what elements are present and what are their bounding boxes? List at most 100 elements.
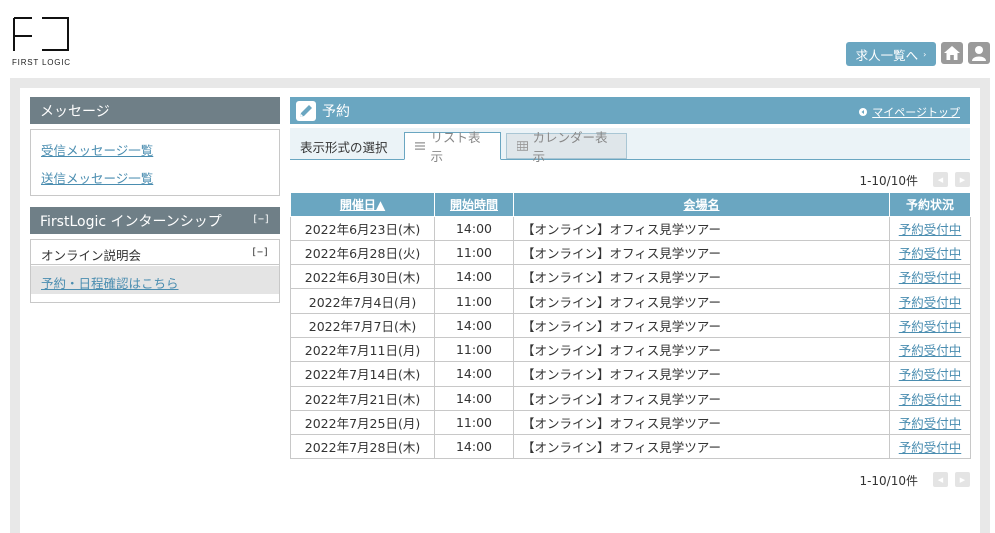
home-button[interactable]: [941, 42, 963, 64]
internship-header[interactable]: FirstLogic インターンシップ [−]: [30, 207, 280, 234]
session-title: オンライン説明会: [41, 248, 142, 263]
col-date-header[interactable]: 開催日▲: [290, 193, 435, 217]
status-cell: 予約受付中: [889, 264, 971, 290]
view-label: 表示形式の選択: [300, 140, 388, 155]
time-cell: 11:00: [434, 336, 514, 363]
date-cell: 2022年6月23日(木): [290, 215, 435, 241]
internship-box: オンライン説明会 [−] 予約・日程確認はこちら: [30, 239, 280, 303]
result-count: 1-10/10件: [859, 174, 918, 188]
next-page-button-bottom[interactable]: ▶: [955, 472, 970, 487]
reserve-link[interactable]: 予約受付中: [899, 343, 962, 358]
col-status-header: 予約状況: [889, 193, 971, 217]
table-row: 2022年7月4日(月) 11:00 【オンライン】オフィス見学ツアー 予約受付…: [290, 288, 971, 314]
session-row[interactable]: オンライン説明会 [−]: [31, 240, 279, 265]
table-row: 2022年7月11日(月) 11:00 【オンライン】オフィス見学ツアー 予約受…: [290, 336, 971, 363]
calendar-icon: [517, 141, 528, 151]
venue-cell: 【オンライン】オフィス見学ツアー: [513, 312, 890, 338]
table-header-row: 開催日▲ 開始時間 会場名 予約状況: [290, 193, 971, 217]
session-collapse-toggle[interactable]: [−]: [251, 247, 269, 258]
date-cell: 2022年7月21日(木): [290, 385, 435, 411]
view-selector: 表示形式の選択 リスト表示 カレンダー表示: [290, 128, 970, 164]
status-cell: 予約受付中: [889, 385, 971, 411]
status-cell: 予約受付中: [889, 336, 971, 363]
reserve-link[interactable]: 予約受付中: [899, 367, 962, 382]
internship-title: FirstLogic インターンシップ: [40, 213, 222, 230]
sort-venue-link[interactable]: 会場名: [683, 198, 719, 212]
tab-list-view[interactable]: リスト表示: [404, 130, 501, 164]
venue-cell: 【オンライン】オフィス見学ツアー: [513, 385, 890, 411]
table-row: 2022年6月30日(木) 14:00 【オンライン】オフィス見学ツアー 予約受…: [290, 264, 971, 290]
time-cell: 11:00: [434, 288, 514, 314]
messages-box: 受信メッセージ一覧 送信メッセージ一覧: [30, 129, 280, 196]
pager-bottom: 1-10/10件 ◀ ▶: [800, 471, 970, 488]
reserve-link[interactable]: 予約受付中: [899, 440, 962, 455]
internship-collapse-toggle[interactable]: [−]: [252, 214, 270, 225]
status-cell: 予約受付中: [889, 409, 971, 436]
list-icon: [415, 142, 426, 150]
pager-top: 1-10/10件 ◀ ▶: [800, 171, 970, 188]
table-row: 2022年7月25日(月) 11:00 【オンライン】オフィス見学ツアー 予約受…: [290, 409, 971, 436]
reservation-link[interactable]: 予約・日程確認はこちら: [41, 273, 179, 292]
time-cell: 11:00: [434, 239, 514, 266]
reserve-link[interactable]: 予約受付中: [899, 319, 962, 334]
result-count-bottom: 1-10/10件: [859, 474, 918, 488]
time-cell: 14:00: [434, 361, 514, 387]
time-cell: 14:00: [434, 385, 514, 411]
reserve-link[interactable]: 予約受付中: [899, 392, 962, 407]
table-row: 2022年7月28日(木) 14:00 【オンライン】オフィス見学ツアー 予約受…: [290, 434, 971, 460]
date-cell: 2022年7月28日(木): [290, 434, 435, 460]
reserve-link[interactable]: 予約受付中: [899, 295, 962, 310]
sent-link[interactable]: 送信メッセージ一覧: [41, 168, 153, 187]
time-cell: 14:00: [434, 264, 514, 290]
reservation-link-row: 予約・日程確認はこちら: [31, 266, 279, 294]
status-cell: 予約受付中: [889, 361, 971, 387]
status-header-label: 予約状況: [905, 197, 954, 212]
venue-cell: 【オンライン】オフィス見学ツアー: [513, 336, 890, 363]
date-cell: 2022年7月11日(月): [290, 336, 435, 363]
status-cell: 予約受付中: [889, 288, 971, 314]
table-row: 2022年6月23日(木) 14:00 【オンライン】オフィス見学ツアー 予約受…: [290, 215, 971, 241]
tab-calendar-view[interactable]: カレンダー表示: [506, 130, 627, 164]
col-venue-header[interactable]: 会場名: [513, 193, 890, 217]
time-cell: 14:00: [434, 312, 514, 338]
reservation-header: 予約 マイページトップ: [290, 97, 970, 124]
company-logo[interactable]: FIRST LOGIC: [12, 16, 72, 68]
tab-calendar-label: カレンダー表示: [532, 130, 608, 164]
inbox-link[interactable]: 受信メッセージ一覧: [41, 140, 153, 159]
date-cell: 2022年7月14日(木): [290, 361, 435, 387]
sort-time-link[interactable]: 開始時間: [450, 198, 498, 212]
mypage-top-link[interactable]: マイページトップ: [859, 104, 960, 120]
profile-button[interactable]: [968, 42, 990, 64]
date-cell: 2022年6月28日(火): [290, 239, 435, 266]
status-cell: 予約受付中: [889, 434, 971, 460]
venue-cell: 【オンライン】オフィス見学ツアー: [513, 215, 890, 241]
reserve-link[interactable]: 予約受付中: [899, 270, 962, 285]
back-arrow-icon: [859, 108, 868, 116]
time-cell: 14:00: [434, 215, 514, 241]
reserve-link[interactable]: 予約受付中: [899, 222, 962, 237]
page-header: FIRST LOGIC 求人一覧へ ›: [0, 0, 995, 78]
reserve-link[interactable]: 予約受付中: [899, 416, 962, 431]
date-cell: 2022年6月30日(木): [290, 264, 435, 290]
table-row: 2022年6月28日(火) 11:00 【オンライン】オフィス見学ツアー 予約受…: [290, 239, 971, 266]
table-row: 2022年7月21日(木) 14:00 【オンライン】オフィス見学ツアー 予約受…: [290, 385, 971, 411]
table-row: 2022年7月7日(木) 14:00 【オンライン】オフィス見学ツアー 予約受付…: [290, 312, 971, 338]
sort-date-link[interactable]: 開催日▲: [340, 198, 385, 212]
prev-page-button-bottom[interactable]: ◀: [933, 472, 948, 487]
tab-list-label: リスト表示: [430, 130, 481, 164]
logo-text: FIRST LOGIC: [12, 58, 71, 67]
col-time-header[interactable]: 開始時間: [434, 193, 514, 217]
prev-page-button[interactable]: ◀: [933, 172, 948, 187]
job-list-button[interactable]: 求人一覧へ ›: [846, 42, 936, 66]
reservation-title: 予約: [322, 103, 350, 120]
arrow-right-icon: ›: [923, 49, 927, 59]
reservation-table: 開催日▲ 開始時間 会場名 予約状況 2022年6月23日(木) 14:00 【…: [290, 193, 971, 460]
venue-cell: 【オンライン】オフィス見学ツアー: [513, 239, 890, 266]
messages-header: メッセージ: [30, 97, 280, 124]
status-cell: 予約受付中: [889, 312, 971, 338]
venue-cell: 【オンライン】オフィス見学ツアー: [513, 288, 890, 314]
reserve-link[interactable]: 予約受付中: [899, 246, 962, 261]
user-icon: [972, 46, 986, 61]
next-page-button[interactable]: ▶: [955, 172, 970, 187]
table-body: 2022年6月23日(木) 14:00 【オンライン】オフィス見学ツアー 予約受…: [290, 215, 971, 460]
